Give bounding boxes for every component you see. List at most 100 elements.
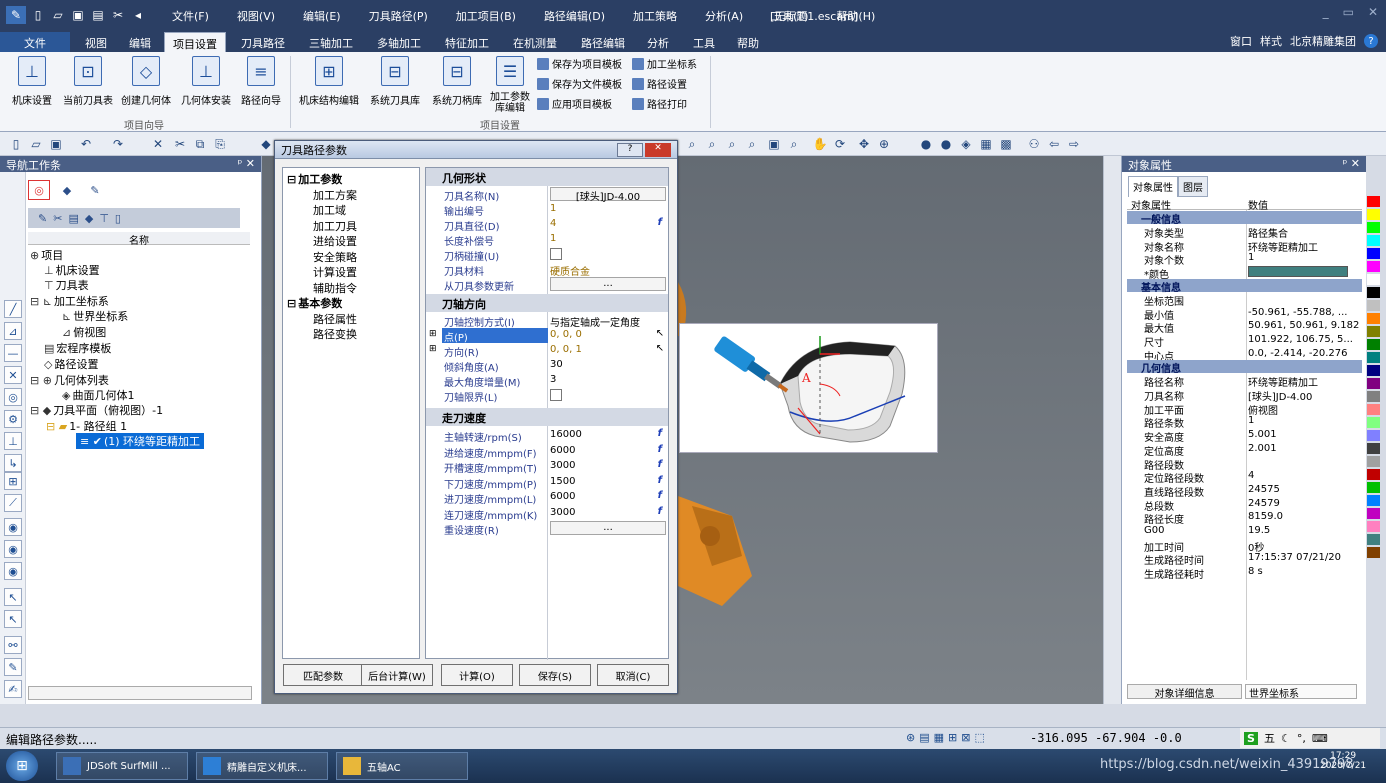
ortho-icon[interactable]: ⊞ xyxy=(948,731,957,744)
prop-link-speed[interactable]: 连刀速度/mmpm(K) 3000 f xyxy=(426,506,668,522)
obj-property-row[interactable]: 中心点 0.0, -2.414, -20.276 xyxy=(1127,347,1362,363)
text-tool-icon[interactable]: ✍ xyxy=(4,680,22,698)
filter-c-icon[interactable]: ▤ xyxy=(68,212,78,225)
formula-icon[interactable]: f xyxy=(658,506,662,517)
prop-axis-point[interactable]: ⊞ 点(P) 0, 0, 0 ↖ xyxy=(426,328,668,344)
open-file-icon[interactable]: ▱ xyxy=(50,7,66,23)
obj-property-row[interactable]: 最大值 50.961, 50.961, 9.182 xyxy=(1127,319,1362,335)
filter-a-icon[interactable]: ✎ xyxy=(38,212,47,225)
palette-swatch[interactable] xyxy=(1367,378,1380,389)
obj-property-row[interactable]: 最小值 -50.961, -55.788, ... xyxy=(1127,306,1362,322)
filter-b-icon[interactable]: ✂ xyxy=(53,212,62,225)
obj-property-row[interactable]: *颜色 xyxy=(1127,265,1362,281)
tree-item-selected-path[interactable]: ≡ ✔ (1) 环绕等距精加工 xyxy=(76,433,205,449)
align-tool-icon[interactable]: ⊥ xyxy=(4,432,22,450)
param-item-aux[interactable]: 辅助指令 xyxy=(313,280,357,296)
apply-project-template-button[interactable]: 应用项目模板 xyxy=(537,96,612,111)
palette-swatch[interactable] xyxy=(1367,235,1380,246)
tree-item-tool-plane[interactable]: ⊟ ◆ 刀具平面（俯视图）-1 xyxy=(30,402,163,418)
tab-edit[interactable]: 编辑 xyxy=(122,32,158,52)
prop-axis-control[interactable]: 刀轴控制方式(I) 与指定轴成一定角度 xyxy=(426,313,668,329)
rotate-icon[interactable]: ⟳ xyxy=(832,136,848,152)
snap-icon[interactable]: ⊛ xyxy=(906,731,915,744)
palette-swatch[interactable] xyxy=(1367,222,1380,233)
expand-icon[interactable]: ⊞ xyxy=(429,344,437,354)
viewport-scrollbar[interactable] xyxy=(1103,156,1121,704)
circle-tool-icon[interactable]: ◎ xyxy=(4,388,22,406)
system-holder-lib-button[interactable]: ⊟ 系统刀柄库 xyxy=(428,56,486,107)
palette-swatch[interactable] xyxy=(1367,469,1380,480)
prop-tool-diameter[interactable]: 刀具直径(D) 4 f xyxy=(426,217,668,233)
path-settings-button[interactable]: 路径设置 xyxy=(632,76,687,91)
save-file-template-button[interactable]: 保存为文件模板 xyxy=(537,76,622,91)
taskbar-item-surfmill[interactable]: JDSoft SurfMill ... xyxy=(56,752,188,780)
prop-tool-material[interactable]: 刀具材料 硬质合金 xyxy=(426,262,668,278)
menu-edit[interactable]: 编辑(E) xyxy=(303,8,341,24)
filter-e-icon[interactable]: ⊤ xyxy=(99,212,109,225)
dialog-close-button[interactable]: ✕ xyxy=(645,142,671,157)
palette-swatch[interactable] xyxy=(1367,209,1380,220)
obj-property-row[interactable]: 对象名称 环绕等距精加工 xyxy=(1127,238,1362,254)
obj-property-row[interactable]: 刀具名称 [球头]JD-4.00 xyxy=(1127,387,1362,403)
new-file-icon[interactable]: ▯ xyxy=(30,7,46,23)
taskbar-item-custom-machine[interactable]: 精雕自定义机床... xyxy=(196,752,328,780)
obj-property-row[interactable]: G00 19.5 xyxy=(1127,524,1362,538)
tab-view[interactable]: 视图 xyxy=(78,32,114,52)
obj-property-row[interactable]: 坐标范围 xyxy=(1127,292,1362,308)
tree-item-surface[interactable]: ◈ 曲面几何体1 xyxy=(62,387,134,403)
palette-swatch[interactable] xyxy=(1367,365,1380,376)
obj-property-row[interactable]: 定位路径段数 4 xyxy=(1127,469,1362,485)
pick-direction-icon[interactable]: ↖ xyxy=(656,343,664,354)
tab-toolpath[interactable]: 刀具路径 xyxy=(234,32,292,52)
holder-collision-checkbox[interactable] xyxy=(550,248,562,260)
calculate-button[interactable]: 计算(O) xyxy=(441,664,513,686)
tab-path-edit[interactable]: 路径编辑 xyxy=(574,32,632,52)
pick-tool-icon[interactable]: ↖ xyxy=(4,588,22,606)
geometry-install-button[interactable]: ⊥ 几何体安装 xyxy=(178,56,234,107)
update-from-tool-button[interactable]: ... xyxy=(550,277,666,291)
zoom-prev-icon[interactable]: ⌕ xyxy=(786,136,802,152)
palette-swatch[interactable] xyxy=(1367,196,1380,207)
obj-property-row[interactable]: 路径长度 8159.0 xyxy=(1127,510,1362,526)
formula-icon[interactable]: f xyxy=(658,475,662,486)
project-mode-icon[interactable]: ◎ xyxy=(28,180,50,200)
obj-panel-close-icon[interactable]: ᵖ ✕ xyxy=(1343,157,1360,171)
line-tool-icon[interactable]: ╱ xyxy=(4,300,22,318)
arrow-left-icon[interactable]: ⇦ xyxy=(1046,136,1062,152)
ime-moon-icon[interactable]: ☾ xyxy=(1281,732,1291,745)
ime-mode[interactable]: 五 xyxy=(1264,730,1275,746)
param-group-basic[interactable]: ⊟ 基本参数 xyxy=(287,295,342,311)
prop-slot-speed[interactable]: 开槽速度/mmpm(T) 3000 f xyxy=(426,459,668,475)
path-print-button[interactable]: 路径打印 xyxy=(632,96,687,111)
param-item-domain[interactable]: 加工域 xyxy=(313,202,346,218)
unpick-tool-icon[interactable]: ↖ xyxy=(4,610,22,628)
tree-item-macro[interactable]: ▤ 宏程序模板 xyxy=(44,340,111,356)
machining-coord-button[interactable]: 加工坐标系 xyxy=(632,56,697,71)
redo-icon[interactable]: ↷ xyxy=(110,136,126,152)
hook-tool-icon[interactable]: ↳ xyxy=(4,454,22,472)
param-item-tool[interactable]: 加工刀具 xyxy=(313,218,357,234)
prop-update-from-tool[interactable]: 从刀具参数更新... xyxy=(426,277,668,293)
system-tool-lib-button[interactable]: ⊟ 系统刀具库 xyxy=(366,56,424,107)
menu-analysis[interactable]: 分析(A) xyxy=(705,8,743,24)
pick-point-icon[interactable]: ↖ xyxy=(656,328,664,339)
frame-icon[interactable]: ⬚ xyxy=(974,731,984,744)
tree-item-top-view[interactable]: ⊿ 俯视图 xyxy=(62,324,106,340)
palette-swatch[interactable] xyxy=(1367,274,1380,285)
obj-property-row[interactable]: 路径段数 xyxy=(1127,456,1362,472)
palette-swatch[interactable] xyxy=(1367,417,1380,428)
nav-panel-close-icon[interactable]: ᵖ ✕ xyxy=(238,157,255,171)
machining-param-lib-button[interactable]: ☰ 加工参数库编辑 xyxy=(488,56,532,114)
palette-swatch[interactable] xyxy=(1367,248,1380,259)
prop-holder-collision[interactable]: 刀柄碰撞(U) xyxy=(426,247,668,263)
open-icon[interactable]: ▱ xyxy=(28,136,44,152)
box-icon[interactable]: ⊠ xyxy=(961,731,970,744)
cancel-button[interactable]: 取消(C) xyxy=(597,664,669,686)
obj-property-row[interactable]: 加工平面 俯视图 xyxy=(1127,401,1362,417)
match-params-button[interactable]: 匹配参数 xyxy=(283,664,363,686)
palette-swatch[interactable] xyxy=(1367,404,1380,415)
cube-icon[interactable]: ◆ xyxy=(258,136,274,152)
param-item-scheme[interactable]: 加工方案 xyxy=(313,187,357,203)
gear-tool-icon[interactable]: ⚙ xyxy=(4,410,22,428)
param-item-path-transform[interactable]: 路径变换 xyxy=(313,326,357,342)
